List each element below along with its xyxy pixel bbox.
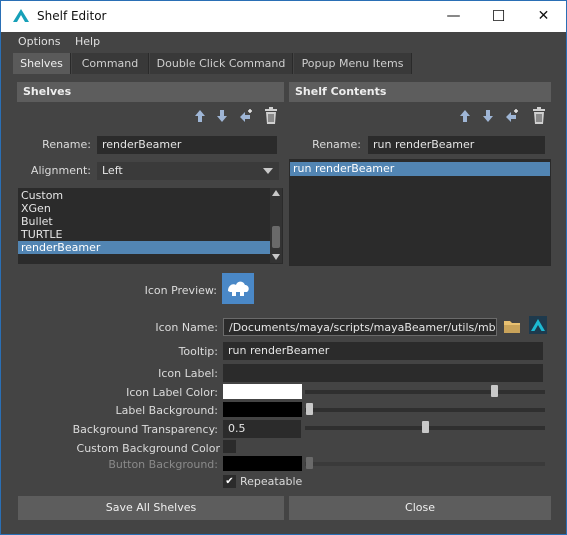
folder-icon[interactable] <box>503 319 521 337</box>
alignment-value: Left <box>102 164 123 177</box>
shelf-editor-window: Shelf Editor — ☐ ✕ Options Help Shelves … <box>0 0 567 535</box>
content-move-down-icon[interactable] <box>480 108 496 124</box>
window-title: Shelf Editor <box>37 9 107 23</box>
shelves-list[interactable]: Custom XGen Bullet TURTLE renderBeamer <box>18 188 283 264</box>
menu-options[interactable]: Options <box>18 35 60 48</box>
chevron-down-icon <box>263 168 273 174</box>
maya-app-icon <box>12 7 30 25</box>
background-transparency-slider-handle[interactable] <box>422 421 429 433</box>
maya-icon[interactable] <box>529 316 547 334</box>
icon-label-field[interactable] <box>223 364 543 382</box>
move-down-icon[interactable] <box>214 108 230 124</box>
tooltip-field[interactable]: run renderBeamer <box>223 342 543 360</box>
icon-name-field[interactable]: /Documents/maya/scripts/mayaBeamer/utils… <box>223 318 497 336</box>
menu-bar: Options Help <box>1 32 566 52</box>
save-all-shelves-button[interactable]: Save All Shelves <box>18 496 284 520</box>
list-item-selected[interactable]: renderBeamer <box>18 241 270 254</box>
close-button[interactable]: Close <box>289 496 551 520</box>
minimize-button[interactable]: — <box>431 1 476 32</box>
icon-label-color-slider[interactable] <box>305 390 545 394</box>
tab-popup-menu-items[interactable]: Popup Menu Items <box>294 53 412 74</box>
custom-background-color-label: Custom Background Color <box>76 442 220 455</box>
delete-item-icon[interactable] <box>531 107 547 124</box>
icon-label-label: Icon Label: <box>158 367 218 380</box>
content-move-up-icon[interactable] <box>457 108 473 124</box>
alignment-label: Alignment: <box>30 164 91 177</box>
label-background-slider[interactable] <box>305 408 545 412</box>
menu-help[interactable]: Help <box>75 35 100 48</box>
list-item[interactable]: XGen <box>18 202 283 215</box>
list-item[interactable]: Custom <box>18 189 283 202</box>
shelf-contents-header: Shelf Contents <box>289 82 551 102</box>
tab-shelves[interactable]: Shelves <box>13 53 71 74</box>
title-bar: Shelf Editor — ☐ ✕ <box>1 1 566 32</box>
label-background-swatch[interactable] <box>223 402 302 417</box>
shelves-scrollbar[interactable] <box>270 188 282 263</box>
shelves-rename-label: Rename: <box>42 138 91 151</box>
shelf-rename-field[interactable]: renderBeamer <box>97 136 277 154</box>
list-item[interactable]: TURTLE <box>18 228 283 241</box>
list-item-selected[interactable]: run renderBeamer <box>290 162 550 176</box>
tooltip-label: Tooltip: <box>178 345 218 358</box>
label-background-label: Label Background: <box>115 404 218 417</box>
background-transparency-field[interactable]: 0.5 <box>223 420 301 438</box>
close-window-button[interactable]: ✕ <box>521 1 566 32</box>
tab-bar: Shelves Command Double Click Command Pop… <box>1 53 566 74</box>
content-rename-field[interactable]: run renderBeamer <box>368 136 545 154</box>
icon-preview-label: Icon Preview: <box>144 284 217 297</box>
icon-label-color-swatch[interactable] <box>223 384 302 399</box>
icon-name-label: Icon Name: <box>155 321 218 334</box>
button-background-label: Button Background: <box>108 458 218 471</box>
button-background-slider-handle <box>306 457 313 469</box>
background-transparency-label: Background Transparency: <box>72 423 218 436</box>
icon-label-color-slider-handle[interactable] <box>491 385 498 397</box>
contents-rename-label: Rename: <box>312 138 361 151</box>
shelves-header: Shelves <box>17 82 284 102</box>
icon-preview-image <box>222 273 254 304</box>
new-shelf-icon[interactable] <box>238 108 254 124</box>
scroll-down-icon[interactable] <box>272 254 280 260</box>
scroll-thumb[interactable] <box>272 226 280 248</box>
repeatable-checkbox[interactable]: ✔ <box>223 475 236 488</box>
icon-label-color-label: Icon Label Color: <box>126 386 218 399</box>
repeatable-label: Repeatable <box>240 475 303 488</box>
delete-shelf-icon[interactable] <box>263 107 279 124</box>
button-background-swatch <box>223 456 302 471</box>
button-background-slider <box>305 462 545 466</box>
list-item[interactable]: Bullet <box>18 215 283 228</box>
label-background-slider-handle[interactable] <box>306 403 313 415</box>
alignment-dropdown[interactable]: Left <box>97 162 279 180</box>
render-beamer-icon <box>228 281 249 296</box>
tab-double-click-command[interactable]: Double Click Command <box>150 53 293 74</box>
shelf-contents-list[interactable]: run renderBeamer <box>289 159 551 266</box>
scroll-up-icon[interactable] <box>272 190 280 196</box>
tab-command[interactable]: Command <box>72 53 149 74</box>
custom-background-color-checkbox[interactable] <box>223 440 236 453</box>
new-item-icon[interactable] <box>504 108 520 124</box>
checkmark-icon: ✔ <box>225 476 234 487</box>
move-up-icon[interactable] <box>192 108 208 124</box>
maximize-button[interactable]: ☐ <box>476 1 521 32</box>
